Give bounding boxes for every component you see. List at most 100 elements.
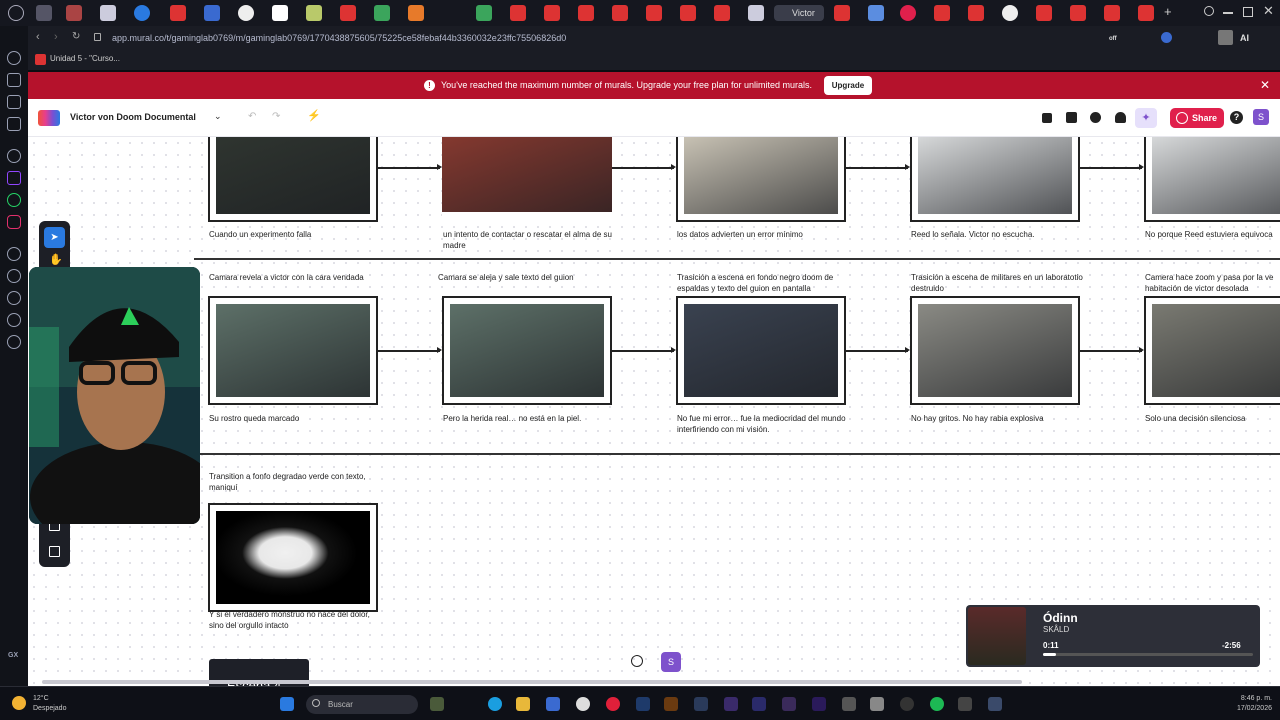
windows-start-icon[interactable] — [280, 697, 294, 711]
lightroom-icon[interactable] — [694, 697, 708, 711]
help-icon[interactable]: ? — [1230, 111, 1243, 124]
progress-track[interactable] — [1043, 653, 1253, 656]
user-avatar-button[interactable]: S — [661, 652, 681, 672]
tab-icon[interactable] — [238, 5, 254, 21]
connector-arrow[interactable] — [612, 347, 676, 353]
active-tab[interactable]: Victor — [774, 5, 824, 21]
sidebar-icon[interactable] — [7, 73, 21, 87]
storyboard-frame[interactable] — [208, 503, 378, 612]
reload-icon[interactable]: ↻ — [72, 31, 80, 42]
frame-caption[interactable]: Pero la herida real… no está en la piel. — [443, 413, 613, 424]
youtube-tab-icon[interactable] — [1138, 5, 1154, 21]
messenger-icon[interactable] — [7, 51, 21, 65]
taskbar-app-icon[interactable] — [842, 697, 856, 711]
connector-arrow[interactable] — [846, 347, 910, 353]
frame-caption[interactable]: Solo una decisión silenciosa — [1145, 413, 1280, 424]
youtube-tab-icon[interactable] — [544, 5, 560, 21]
hand-tool-icon[interactable]: ✋ — [49, 253, 63, 266]
youtube-tab-icon[interactable] — [1104, 5, 1120, 21]
tab-icon[interactable] — [868, 5, 884, 21]
audition-icon[interactable] — [752, 697, 766, 711]
frame-tool-icon[interactable] — [49, 523, 60, 531]
storyboard-frame[interactable] — [208, 296, 378, 405]
chat-icon[interactable] — [1090, 112, 1101, 123]
frame-caption[interactable]: un intento de contactar o rescatar el al… — [443, 229, 613, 251]
shot-note[interactable]: Camara revela a victor con la cara venda… — [209, 272, 409, 283]
profile-icon[interactable] — [1218, 30, 1233, 45]
google-tab-icon[interactable] — [1002, 5, 1018, 21]
select-tool-icon[interactable]: ➤ — [44, 227, 65, 248]
after-effects-icon[interactable] — [724, 697, 738, 711]
taskbar-app-icon[interactable] — [576, 697, 590, 711]
redo-icon[interactable]: ↷ — [272, 111, 280, 122]
youtube-tab-icon[interactable] — [340, 5, 356, 21]
frame-caption[interactable]: Y si el verdadero monstruo no nace del d… — [209, 609, 379, 631]
tasks-icon[interactable] — [1042, 113, 1052, 123]
taskbar-app-icon[interactable] — [546, 697, 560, 711]
undo-icon[interactable]: ↶ — [248, 111, 256, 122]
horizontal-scrollbar[interactable] — [42, 680, 1022, 684]
spotify-icon[interactable] — [930, 697, 944, 711]
bookmark-item[interactable]: Unidad 5 - "Curso... — [50, 54, 120, 63]
heart-icon[interactable] — [7, 269, 21, 283]
taskbar-app-icon[interactable] — [988, 697, 1002, 711]
tab-icon[interactable] — [306, 5, 322, 21]
connector-arrow[interactable] — [846, 164, 910, 170]
storyboard-frame[interactable] — [442, 137, 612, 222]
frame-caption[interactable]: No fue mi error… fue la mediocridad del … — [677, 413, 867, 435]
drive-tab-icon[interactable] — [476, 5, 492, 21]
pinterest-tab-icon[interactable] — [900, 5, 916, 21]
chatgpt-icon[interactable] — [7, 149, 21, 163]
instagram-icon[interactable] — [7, 215, 21, 229]
youtube-tab-icon[interactable] — [834, 5, 850, 21]
youtube-tab-icon[interactable] — [612, 5, 628, 21]
tab-icon[interactable] — [408, 5, 424, 21]
system-clock[interactable]: 8:46 p. m. 17/02/2026 — [1237, 694, 1272, 714]
media-encoder-icon[interactable] — [782, 697, 796, 711]
storyboard-frame[interactable] — [910, 137, 1080, 222]
comment-icon[interactable] — [1066, 112, 1077, 123]
mural-canvas[interactable]: Cuando un experimento falla un intento d… — [28, 137, 1280, 686]
upload-tool-icon[interactable] — [49, 546, 60, 557]
youtube-tab-icon[interactable] — [968, 5, 984, 21]
taskbar-app-icon[interactable] — [430, 697, 444, 711]
connector-arrow[interactable] — [1080, 164, 1144, 170]
history-icon[interactable] — [7, 291, 21, 305]
player-icon[interactable] — [7, 247, 21, 261]
weather-widget[interactable]: 12°C Despejado — [33, 694, 66, 714]
tab-icon[interactable] — [100, 5, 116, 21]
youtube-tab-icon[interactable] — [1036, 5, 1052, 21]
gx-icon[interactable]: GX — [8, 652, 18, 659]
youtube-tab-icon[interactable] — [510, 5, 526, 21]
youtube-tab-icon[interactable] — [646, 5, 662, 21]
frame-caption[interactable]: No hay gritos. No hay rabia explosiva — [911, 413, 1101, 424]
ai-sparkle-icon[interactable]: ✦ — [1135, 108, 1157, 128]
new-tab-icon[interactable]: + — [1164, 4, 1172, 19]
youtube-tab-icon[interactable] — [578, 5, 594, 21]
illustrator-icon[interactable] — [664, 697, 678, 711]
extension-icon[interactable] — [1161, 32, 1172, 43]
youtube-tab-icon[interactable] — [1070, 5, 1086, 21]
drive-tab-icon[interactable] — [374, 5, 390, 21]
whatsapp-icon[interactable] — [7, 193, 21, 207]
back-icon[interactable]: ‹ — [36, 31, 40, 43]
tab-icon[interactable] — [134, 5, 150, 21]
chevron-down-icon[interactable]: ⌄ — [214, 111, 222, 122]
shot-note[interactable]: Transition a fonfo degradao verde con te… — [209, 471, 369, 493]
frame-caption[interactable]: Su rostro queda marcado — [209, 413, 379, 424]
shot-note[interactable]: Trasición a escena de militares en un la… — [911, 272, 1101, 294]
search-icon[interactable] — [1204, 6, 1214, 16]
maximize-icon[interactable] — [1243, 7, 1253, 17]
extensions-icon[interactable] — [7, 313, 21, 327]
storyboard-frame[interactable] — [1144, 137, 1280, 222]
taskbar-app-icon[interactable] — [958, 697, 972, 711]
youtube-tab-icon[interactable] — [680, 5, 696, 21]
youtube-tab-icon[interactable] — [170, 5, 186, 21]
storyboard-frame[interactable] — [208, 137, 378, 222]
tab-icon[interactable] — [204, 5, 220, 21]
storyboard-frame[interactable] — [676, 137, 846, 222]
connector-arrow[interactable] — [612, 164, 676, 170]
shot-note[interactable]: Camera hace zoom y pasa por la ve habita… — [1145, 272, 1280, 294]
storyboard-frame[interactable] — [676, 296, 846, 405]
frame-caption[interactable]: No porque Reed estuviera equivoca — [1145, 229, 1280, 240]
